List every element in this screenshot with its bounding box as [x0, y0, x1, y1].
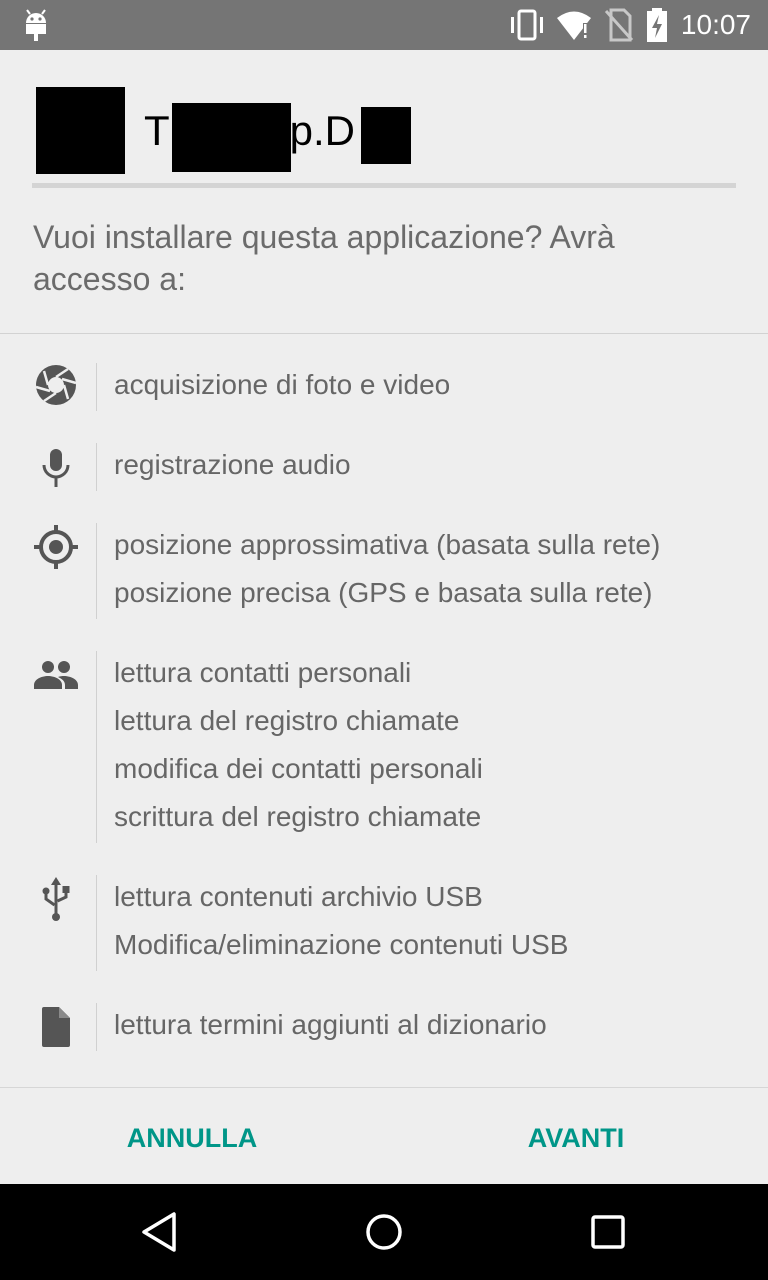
divider — [0, 1087, 768, 1088]
recents-icon[interactable] — [584, 1208, 632, 1256]
install-question: Vuoi installare questa applicazione? Avr… — [33, 219, 615, 297]
permission-item: lettura del registro chiamate — [114, 705, 460, 736]
permission-item: lettura termini aggiunti al dizionario — [114, 1009, 547, 1040]
divider — [96, 523, 97, 619]
redaction-block — [361, 107, 411, 164]
header-divider — [32, 183, 736, 188]
permission-item: scrittura del registro chiamate — [114, 801, 482, 832]
file-icon — [42, 1007, 70, 1047]
back-icon[interactable] — [136, 1208, 184, 1256]
navigation-bar — [0, 1184, 768, 1280]
permission-item: lettura contatti personali — [114, 657, 412, 688]
app-icon — [36, 87, 125, 174]
battery-charging-icon — [647, 8, 667, 42]
next-button[interactable]: AVANTI — [476, 1112, 676, 1164]
android-notification-icon — [26, 9, 46, 41]
divider — [96, 443, 97, 491]
usb-icon — [42, 877, 70, 921]
wifi-icon — [557, 11, 591, 40]
permission-item: lettura contenuti archivio USB — [114, 881, 483, 912]
contacts-icon — [34, 661, 78, 689]
permission-item: acquisizione di foto e video — [114, 369, 451, 400]
divider — [96, 875, 97, 971]
divider — [96, 651, 97, 843]
app-title-part-2: p.D — [289, 107, 356, 154]
cancel-button[interactable]: ANNULLA — [92, 1112, 292, 1164]
divider — [96, 1003, 97, 1051]
microphone-icon — [42, 449, 70, 487]
clock: 10:07 — [680, 9, 751, 40]
location-icon — [34, 525, 78, 569]
redaction-block — [172, 103, 291, 172]
divider — [0, 333, 768, 334]
divider — [96, 363, 97, 411]
permission-item: posizione precisa (GPS e basata sulla re… — [114, 577, 653, 608]
home-icon[interactable] — [360, 1208, 408, 1256]
permission-item: registrazione audio — [114, 449, 351, 480]
vibrate-icon — [511, 9, 543, 41]
app-title-part-1: T — [144, 107, 170, 154]
permission-item: posizione approssimativa (basata sulla r… — [114, 529, 661, 560]
no-sim-icon — [604, 8, 634, 42]
permission-item: Modifica/eliminazione contenuti USB — [114, 929, 569, 960]
camera-icon — [35, 365, 77, 405]
permission-item: modifica dei contatti personali — [114, 753, 483, 784]
status-bar: 10:07 — [0, 0, 768, 50]
